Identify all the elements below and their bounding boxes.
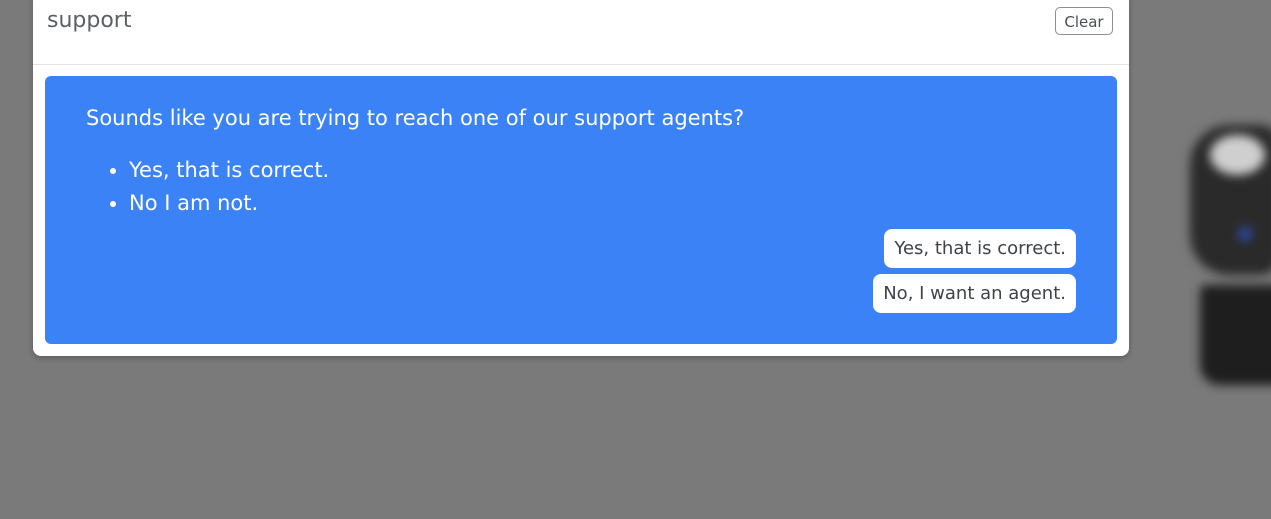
- panel-title: support: [47, 8, 132, 33]
- blurred-object-highlight: [1210, 135, 1265, 175]
- chat-panel: support Clear Sounds like you are trying…: [33, 0, 1129, 356]
- bot-message: Sounds like you are trying to reach one …: [45, 76, 1117, 344]
- message-question: Sounds like you are trying to reach one …: [86, 106, 745, 130]
- blurred-object-dot: [1238, 227, 1252, 241]
- blurred-background-object: [1180, 115, 1271, 395]
- chat-panel-header: support Clear: [33, 0, 1129, 65]
- blurred-object-stand: [1200, 285, 1271, 385]
- quick-reply-agent-button[interactable]: No, I want an agent.: [873, 274, 1076, 313]
- quick-reply-yes-button[interactable]: Yes, that is correct.: [884, 229, 1076, 268]
- message-option: Yes, that is correct.: [129, 154, 329, 187]
- message-option: No I am not.: [129, 187, 329, 220]
- message-options-list: Yes, that is correct. No I am not.: [86, 154, 329, 220]
- clear-button[interactable]: Clear: [1055, 7, 1113, 35]
